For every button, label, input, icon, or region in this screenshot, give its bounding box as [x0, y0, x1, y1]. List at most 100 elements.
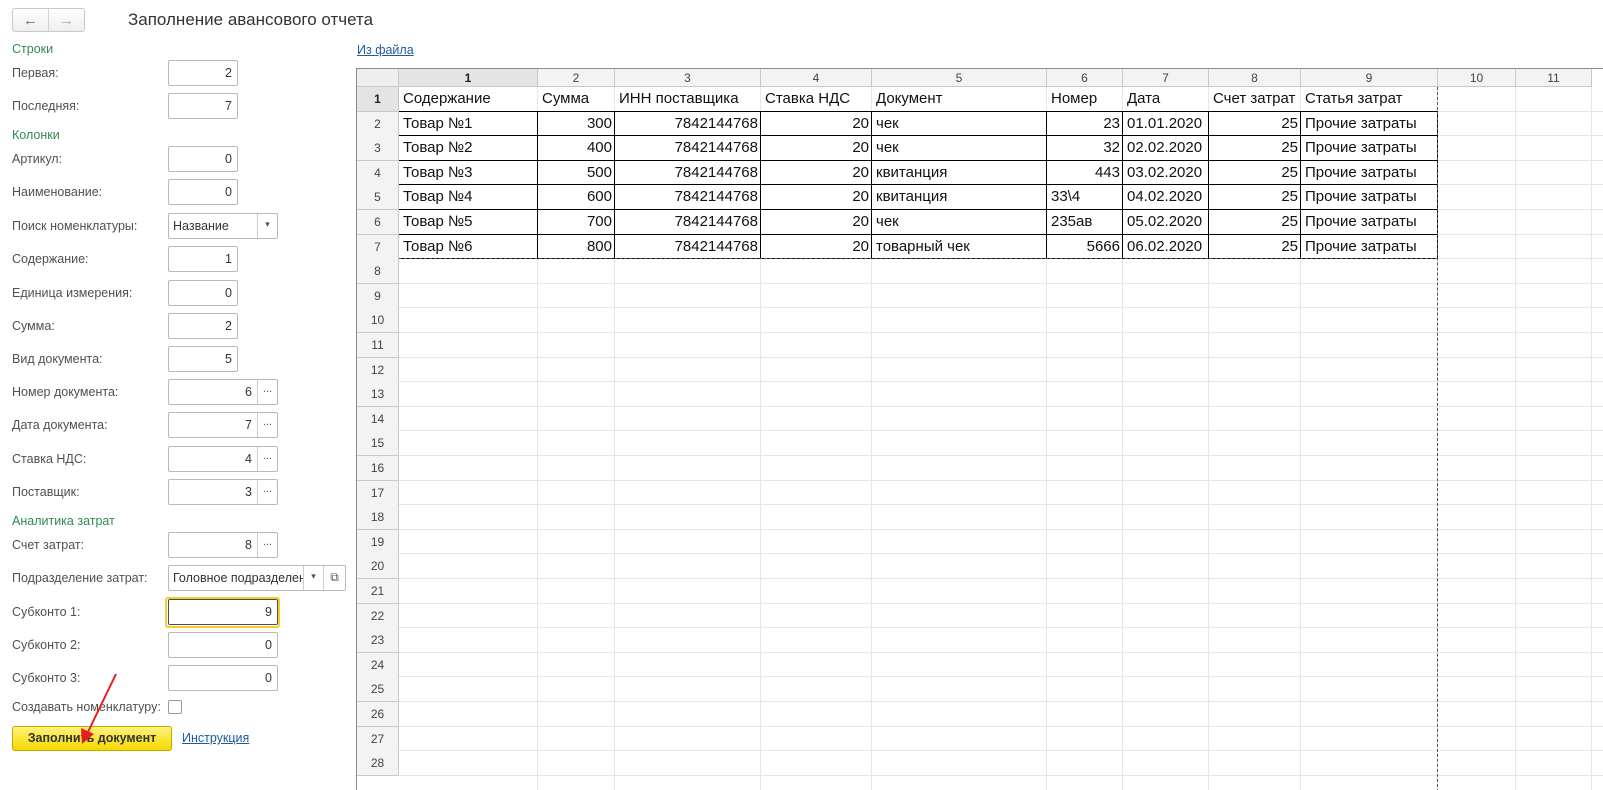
spreadsheet[interactable]: 1 2 3 4 5 6 7 8 9 10 11 1 2 3 4 5 6 7 8 9 10 11 12 13 14 15 16 17 18… — [356, 68, 1603, 790]
table-cell[interactable]: 20 — [761, 112, 872, 137]
row-header[interactable]: 27 — [357, 726, 399, 752]
table-cell[interactable]: Прочие затраты — [1301, 235, 1438, 260]
column-header[interactable]: 1 — [399, 69, 538, 87]
table-cell[interactable]: 25 — [1209, 161, 1301, 186]
table-cell[interactable]: Прочие затраты — [1301, 210, 1438, 235]
table-header-cell[interactable]: Номер — [1047, 87, 1123, 112]
column-header[interactable]: 11 — [1516, 69, 1592, 87]
table-cell[interactable]: квитанция — [872, 185, 1047, 210]
row-header[interactable]: 6 — [357, 210, 399, 235]
forward-arrow-icon[interactable]: → — [48, 9, 84, 31]
cost-division-select[interactable]: Головное подразделение ▾ ⧉ — [168, 565, 346, 591]
table-cell[interactable]: 7842144768 — [615, 136, 761, 161]
row-header[interactable]: 11 — [357, 333, 399, 358]
row-header[interactable]: 2 — [357, 111, 399, 137]
ellipsis-icon[interactable]: ... — [257, 413, 277, 437]
table-cell[interactable]: 25 — [1209, 235, 1301, 260]
row-header[interactable]: 17 — [357, 480, 399, 506]
table-cell[interactable]: 300 — [538, 112, 615, 137]
table-cell[interactable]: 20 — [761, 136, 872, 161]
subconto2-input[interactable]: 0 — [168, 632, 278, 658]
table-header-cell[interactable]: Дата — [1123, 87, 1209, 112]
subconto3-input[interactable]: 0 — [168, 665, 278, 691]
table-cell[interactable]: квитанция — [872, 161, 1047, 186]
create-nomen-checkbox[interactable] — [168, 700, 182, 714]
table-cell[interactable]: Товар №2 — [399, 136, 538, 161]
column-header[interactable]: 4 — [761, 69, 872, 87]
row-header[interactable]: 25 — [357, 677, 399, 703]
table-cell[interactable]: 32 — [1047, 136, 1123, 161]
row-header[interactable]: 15 — [357, 431, 399, 457]
ellipsis-icon[interactable]: ... — [257, 447, 277, 471]
table-cell[interactable]: 7842144768 — [615, 112, 761, 137]
back-arrow-icon[interactable]: ← — [13, 9, 48, 31]
table-cell[interactable]: 800 — [538, 235, 615, 260]
table-cell[interactable]: 25 — [1209, 112, 1301, 137]
table-cell[interactable]: 20 — [761, 185, 872, 210]
row-header[interactable]: 21 — [357, 579, 399, 604]
table-cell[interactable]: 400 — [538, 136, 615, 161]
table-cell[interactable]: 03.02.2020 — [1123, 161, 1209, 186]
ellipsis-icon[interactable]: ... — [257, 533, 277, 557]
table-cell[interactable]: 33\4 — [1047, 185, 1123, 210]
table-cell[interactable]: Прочие затраты — [1301, 136, 1438, 161]
open-window-icon[interactable]: ⧉ — [323, 566, 345, 590]
table-cell[interactable]: Товар №3 — [399, 161, 538, 186]
ellipsis-icon[interactable]: ... — [257, 380, 277, 404]
table-cell[interactable]: 02.02.2020 — [1123, 136, 1209, 161]
table-cell[interactable]: 20 — [761, 161, 872, 186]
row-header[interactable]: 1 — [357, 87, 399, 112]
table-cell[interactable]: Товар №1 — [399, 112, 538, 137]
row-header[interactable]: 14 — [357, 406, 399, 432]
table-cell[interactable]: чек — [872, 210, 1047, 235]
table-cell[interactable]: 01.01.2020 — [1123, 112, 1209, 137]
row-header[interactable]: 18 — [357, 505, 399, 531]
column-header[interactable]: 7 — [1123, 69, 1209, 87]
table-header-cell[interactable]: Счет затрат — [1209, 87, 1301, 112]
column-header[interactable]: 5 — [872, 69, 1047, 87]
table-cell[interactable]: 443 — [1047, 161, 1123, 186]
doc-number-input[interactable]: 6 ... — [168, 379, 278, 405]
content-input[interactable]: 1 — [168, 246, 238, 272]
column-header[interactable]: 10 — [1438, 69, 1516, 87]
table-cell[interactable]: 23 — [1047, 112, 1123, 137]
row-header[interactable]: 28 — [357, 751, 399, 777]
supplier-input[interactable]: 3 ... — [168, 479, 278, 505]
table-cell[interactable]: 25 — [1209, 210, 1301, 235]
row-header[interactable]: 19 — [357, 529, 399, 555]
table-cell[interactable]: 500 — [538, 161, 615, 186]
cost-account-input[interactable]: 8 ... — [168, 532, 278, 558]
row-header[interactable]: 24 — [357, 652, 399, 678]
table-cell[interactable]: Товар №4 — [399, 185, 538, 210]
column-header[interactable]: 2 — [538, 69, 615, 87]
table-header-cell[interactable]: Статья затрат — [1301, 87, 1438, 112]
row-header[interactable]: 12 — [357, 357, 399, 383]
table-cell[interactable]: 7842144768 — [615, 210, 761, 235]
table-header-cell[interactable]: Документ — [872, 87, 1047, 112]
table-cell[interactable]: Прочие затраты — [1301, 112, 1438, 137]
instruction-link[interactable]: Инструкция — [182, 731, 249, 745]
table-cell[interactable]: 06.02.2020 — [1123, 235, 1209, 260]
table-cell[interactable]: 235ав — [1047, 210, 1123, 235]
table-header-cell[interactable]: Содержание — [399, 87, 538, 112]
table-cell[interactable]: Товар №5 — [399, 210, 538, 235]
table-cell[interactable]: 5666 — [1047, 235, 1123, 260]
article-input[interactable]: 0 — [168, 146, 238, 172]
table-cell[interactable]: 600 — [538, 185, 615, 210]
row-header[interactable]: 5 — [357, 185, 399, 211]
table-cell[interactable]: 7842144768 — [615, 235, 761, 260]
table-cell[interactable]: 20 — [761, 235, 872, 260]
row-header[interactable]: 10 — [357, 308, 399, 334]
sum-input[interactable]: 2 — [168, 313, 238, 339]
table-header-cell[interactable]: Ставка НДС — [761, 87, 872, 112]
row-header[interactable]: 3 — [357, 136, 399, 162]
table-cell[interactable]: чек — [872, 112, 1047, 137]
table-cell[interactable]: 05.02.2020 — [1123, 210, 1209, 235]
row-header[interactable]: 23 — [357, 628, 399, 654]
row-header[interactable]: 9 — [357, 283, 399, 309]
table-cell[interactable]: Прочие затраты — [1301, 185, 1438, 210]
row-header[interactable]: 4 — [357, 160, 399, 186]
row-header[interactable]: 20 — [357, 554, 399, 580]
row-header[interactable]: 8 — [357, 259, 399, 285]
row-header[interactable]: 26 — [357, 702, 399, 727]
